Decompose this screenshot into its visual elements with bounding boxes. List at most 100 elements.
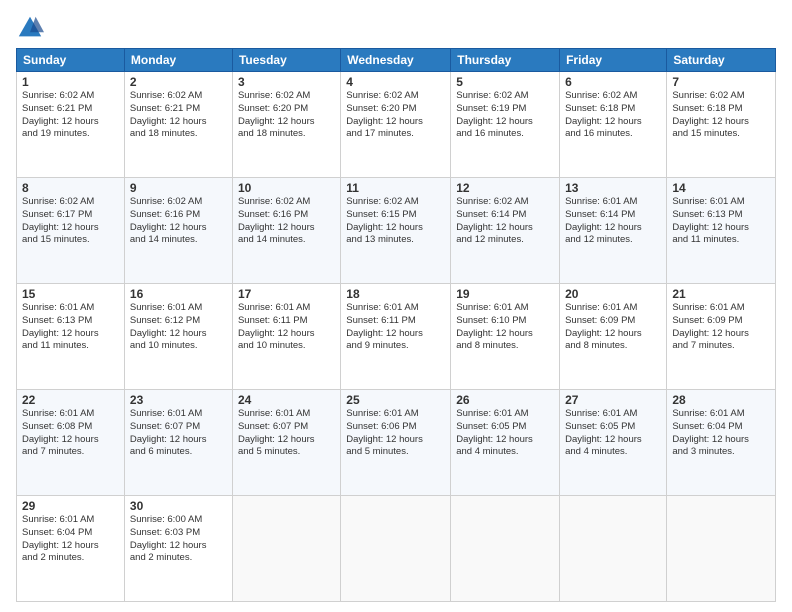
day-number: 15 <box>22 287 119 301</box>
calendar-cell: 13Sunrise: 6:01 AM Sunset: 6:14 PM Dayli… <box>560 178 667 284</box>
calendar-cell: 3Sunrise: 6:02 AM Sunset: 6:20 PM Daylig… <box>232 72 340 178</box>
calendar-cell: 22Sunrise: 6:01 AM Sunset: 6:08 PM Dayli… <box>17 390 125 496</box>
day-number: 24 <box>238 393 335 407</box>
calendar-cell: 23Sunrise: 6:01 AM Sunset: 6:07 PM Dayli… <box>124 390 232 496</box>
calendar-table: SundayMondayTuesdayWednesdayThursdayFrid… <box>16 48 776 602</box>
calendar-week-row: 22Sunrise: 6:01 AM Sunset: 6:08 PM Dayli… <box>17 390 776 496</box>
day-info: Sunrise: 6:02 AM Sunset: 6:20 PM Dayligh… <box>238 90 335 141</box>
day-info: Sunrise: 6:01 AM Sunset: 6:11 PM Dayligh… <box>238 302 335 353</box>
day-number: 20 <box>565 287 661 301</box>
calendar-cell: 15Sunrise: 6:01 AM Sunset: 6:13 PM Dayli… <box>17 284 125 390</box>
calendar-cell: 14Sunrise: 6:01 AM Sunset: 6:13 PM Dayli… <box>667 178 776 284</box>
day-info: Sunrise: 6:01 AM Sunset: 6:07 PM Dayligh… <box>130 408 227 459</box>
calendar-cell: 21Sunrise: 6:01 AM Sunset: 6:09 PM Dayli… <box>667 284 776 390</box>
day-info: Sunrise: 6:01 AM Sunset: 6:13 PM Dayligh… <box>672 196 770 247</box>
day-number: 8 <box>22 181 119 195</box>
day-number: 29 <box>22 499 119 513</box>
day-number: 1 <box>22 75 119 89</box>
day-info: Sunrise: 6:02 AM Sunset: 6:16 PM Dayligh… <box>238 196 335 247</box>
calendar-cell: 30Sunrise: 6:00 AM Sunset: 6:03 PM Dayli… <box>124 496 232 602</box>
day-number: 14 <box>672 181 770 195</box>
day-number: 12 <box>456 181 554 195</box>
day-number: 3 <box>238 75 335 89</box>
day-number: 22 <box>22 393 119 407</box>
header-monday: Monday <box>124 49 232 72</box>
calendar-cell: 26Sunrise: 6:01 AM Sunset: 6:05 PM Dayli… <box>451 390 560 496</box>
calendar-cell: 12Sunrise: 6:02 AM Sunset: 6:14 PM Dayli… <box>451 178 560 284</box>
day-info: Sunrise: 6:02 AM Sunset: 6:14 PM Dayligh… <box>456 196 554 247</box>
day-info: Sunrise: 6:01 AM Sunset: 6:08 PM Dayligh… <box>22 408 119 459</box>
day-info: Sunrise: 6:01 AM Sunset: 6:09 PM Dayligh… <box>672 302 770 353</box>
day-number: 5 <box>456 75 554 89</box>
calendar-cell: 18Sunrise: 6:01 AM Sunset: 6:11 PM Dayli… <box>341 284 451 390</box>
calendar-cell: 28Sunrise: 6:01 AM Sunset: 6:04 PM Dayli… <box>667 390 776 496</box>
calendar-week-row: 29Sunrise: 6:01 AM Sunset: 6:04 PM Dayli… <box>17 496 776 602</box>
day-number: 25 <box>346 393 445 407</box>
header-tuesday: Tuesday <box>232 49 340 72</box>
day-info: Sunrise: 6:01 AM Sunset: 6:07 PM Dayligh… <box>238 408 335 459</box>
day-info: Sunrise: 6:02 AM Sunset: 6:16 PM Dayligh… <box>130 196 227 247</box>
page-header <box>16 10 776 42</box>
calendar-week-row: 1Sunrise: 6:02 AM Sunset: 6:21 PM Daylig… <box>17 72 776 178</box>
day-number: 27 <box>565 393 661 407</box>
header-wednesday: Wednesday <box>341 49 451 72</box>
calendar-header-row: SundayMondayTuesdayWednesdayThursdayFrid… <box>17 49 776 72</box>
day-info: Sunrise: 6:01 AM Sunset: 6:13 PM Dayligh… <box>22 302 119 353</box>
calendar-cell: 9Sunrise: 6:02 AM Sunset: 6:16 PM Daylig… <box>124 178 232 284</box>
calendar-cell: 24Sunrise: 6:01 AM Sunset: 6:07 PM Dayli… <box>232 390 340 496</box>
day-info: Sunrise: 6:02 AM Sunset: 6:15 PM Dayligh… <box>346 196 445 247</box>
day-number: 21 <box>672 287 770 301</box>
day-number: 18 <box>346 287 445 301</box>
header-friday: Friday <box>560 49 667 72</box>
day-number: 26 <box>456 393 554 407</box>
day-number: 7 <box>672 75 770 89</box>
day-info: Sunrise: 6:02 AM Sunset: 6:19 PM Dayligh… <box>456 90 554 141</box>
day-info: Sunrise: 6:01 AM Sunset: 6:09 PM Dayligh… <box>565 302 661 353</box>
calendar-cell: 16Sunrise: 6:01 AM Sunset: 6:12 PM Dayli… <box>124 284 232 390</box>
logo <box>16 14 48 42</box>
calendar-cell <box>451 496 560 602</box>
day-number: 19 <box>456 287 554 301</box>
day-info: Sunrise: 6:02 AM Sunset: 6:18 PM Dayligh… <box>565 90 661 141</box>
header-sunday: Sunday <box>17 49 125 72</box>
header-saturday: Saturday <box>667 49 776 72</box>
day-number: 10 <box>238 181 335 195</box>
day-number: 13 <box>565 181 661 195</box>
day-info: Sunrise: 6:02 AM Sunset: 6:20 PM Dayligh… <box>346 90 445 141</box>
day-info: Sunrise: 6:01 AM Sunset: 6:06 PM Dayligh… <box>346 408 445 459</box>
calendar-cell: 27Sunrise: 6:01 AM Sunset: 6:05 PM Dayli… <box>560 390 667 496</box>
calendar-cell <box>232 496 340 602</box>
header-thursday: Thursday <box>451 49 560 72</box>
day-info: Sunrise: 6:02 AM Sunset: 6:18 PM Dayligh… <box>672 90 770 141</box>
calendar-week-row: 8Sunrise: 6:02 AM Sunset: 6:17 PM Daylig… <box>17 178 776 284</box>
day-info: Sunrise: 6:01 AM Sunset: 6:05 PM Dayligh… <box>565 408 661 459</box>
calendar-cell: 25Sunrise: 6:01 AM Sunset: 6:06 PM Dayli… <box>341 390 451 496</box>
calendar-cell: 17Sunrise: 6:01 AM Sunset: 6:11 PM Dayli… <box>232 284 340 390</box>
calendar-cell <box>341 496 451 602</box>
day-info: Sunrise: 6:02 AM Sunset: 6:17 PM Dayligh… <box>22 196 119 247</box>
day-info: Sunrise: 6:01 AM Sunset: 6:11 PM Dayligh… <box>346 302 445 353</box>
day-info: Sunrise: 6:01 AM Sunset: 6:04 PM Dayligh… <box>22 514 119 565</box>
logo-icon <box>16 14 44 42</box>
day-info: Sunrise: 6:01 AM Sunset: 6:05 PM Dayligh… <box>456 408 554 459</box>
day-info: Sunrise: 6:01 AM Sunset: 6:12 PM Dayligh… <box>130 302 227 353</box>
day-info: Sunrise: 6:01 AM Sunset: 6:14 PM Dayligh… <box>565 196 661 247</box>
day-info: Sunrise: 6:02 AM Sunset: 6:21 PM Dayligh… <box>130 90 227 141</box>
day-number: 17 <box>238 287 335 301</box>
day-info: Sunrise: 6:02 AM Sunset: 6:21 PM Dayligh… <box>22 90 119 141</box>
day-info: Sunrise: 6:00 AM Sunset: 6:03 PM Dayligh… <box>130 514 227 565</box>
calendar-cell: 20Sunrise: 6:01 AM Sunset: 6:09 PM Dayli… <box>560 284 667 390</box>
day-number: 11 <box>346 181 445 195</box>
day-number: 6 <box>565 75 661 89</box>
day-number: 28 <box>672 393 770 407</box>
calendar-cell: 2Sunrise: 6:02 AM Sunset: 6:21 PM Daylig… <box>124 72 232 178</box>
calendar-cell: 7Sunrise: 6:02 AM Sunset: 6:18 PM Daylig… <box>667 72 776 178</box>
calendar-cell: 5Sunrise: 6:02 AM Sunset: 6:19 PM Daylig… <box>451 72 560 178</box>
day-number: 16 <box>130 287 227 301</box>
calendar-cell: 19Sunrise: 6:01 AM Sunset: 6:10 PM Dayli… <box>451 284 560 390</box>
calendar-cell: 8Sunrise: 6:02 AM Sunset: 6:17 PM Daylig… <box>17 178 125 284</box>
calendar-cell: 29Sunrise: 6:01 AM Sunset: 6:04 PM Dayli… <box>17 496 125 602</box>
calendar-cell: 6Sunrise: 6:02 AM Sunset: 6:18 PM Daylig… <box>560 72 667 178</box>
day-number: 23 <box>130 393 227 407</box>
day-number: 30 <box>130 499 227 513</box>
